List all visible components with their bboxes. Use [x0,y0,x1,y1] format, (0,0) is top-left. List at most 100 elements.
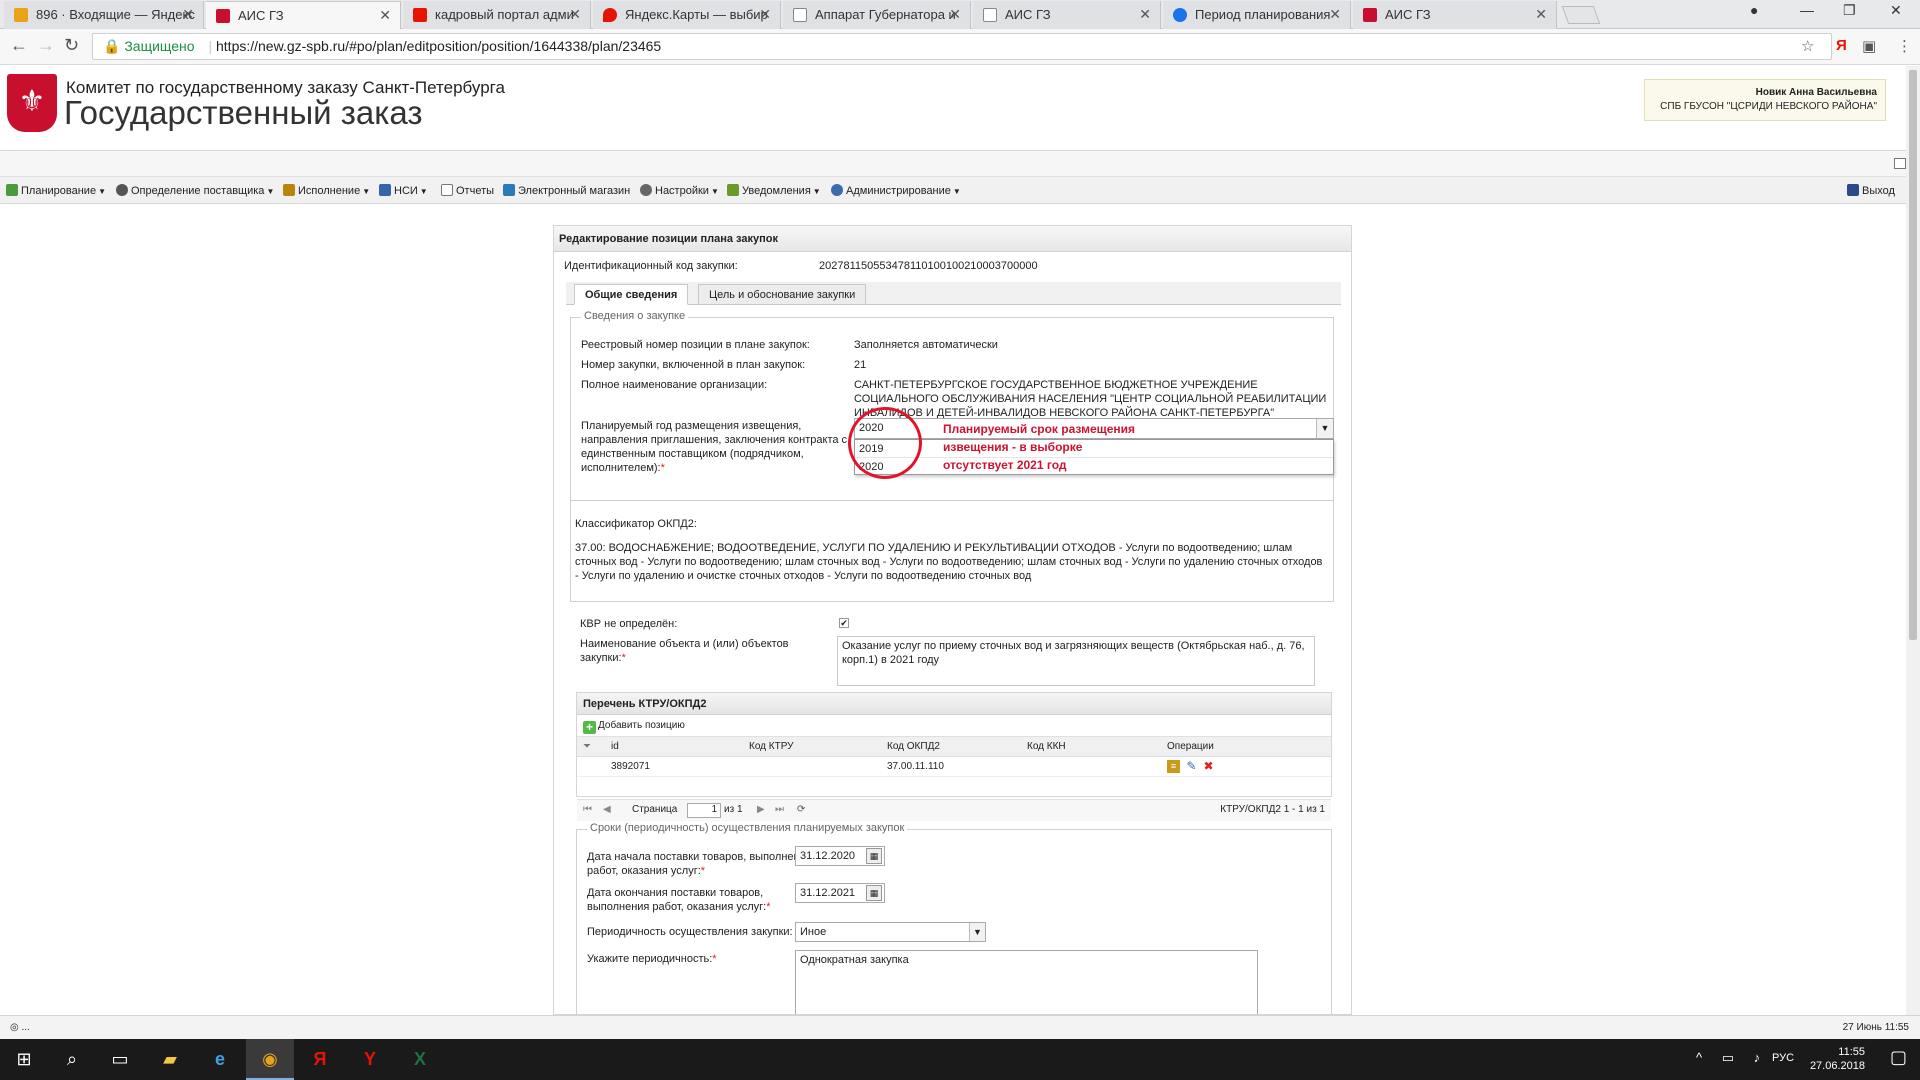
restore-icon[interactable]: ❐ [1843,2,1856,19]
new-tab-button[interactable] [1561,6,1601,24]
close-icon[interactable]: ✕ [1535,1,1547,28]
close-icon[interactable]: ✕ [949,1,961,28]
annotation-line-2: извещения - в выборке [943,440,1083,454]
add-position-button[interactable]: + Добавить позицию [583,720,685,734]
annotation-line-1: Планируемый срок размещения [943,422,1136,436]
purchase-num-value: 21 [854,359,867,371]
profile-icon[interactable]: ● [1750,2,1758,18]
periodicity-specify-label: Укажите периодичность:* [587,953,717,965]
year-option[interactable]: 2019 [855,440,1333,458]
menu-planning[interactable]: Планирование ▼ [6,184,106,197]
annotation-line-3: отсутствует 2021 год [943,458,1067,472]
excel-icon[interactable]: X [396,1039,444,1080]
ais-icon [216,9,230,23]
periodicity-select[interactable]: Иное ▼ [795,922,986,942]
delete-icon[interactable]: ✖ [1202,760,1215,773]
tab-purpose-justification[interactable]: Цель и обоснование закупки [698,284,867,305]
menu-settings[interactable]: Настройки ▼ [640,184,719,197]
last-page-icon[interactable]: ⏭ [775,804,784,815]
close-icon[interactable]: ✕ [1139,1,1151,28]
browser-tab-ais-3[interactable]: АИС ГЗ ✕ [1353,1,1557,29]
back-icon[interactable]: ← [10,35,28,56]
col-okpd2[interactable]: Код ОКПД2 [887,741,940,752]
clock-time: 11:55 [1838,1046,1865,1058]
minimize-icon[interactable]: — [1800,2,1814,18]
close-icon[interactable]: ✕ [759,1,771,28]
terms-legend: Сроки (периодичность) осуществления план… [587,822,908,834]
logout-button[interactable]: Выход [1847,184,1895,197]
browser-tab-planning-period[interactable]: Период планирования ✕ [1163,1,1351,29]
first-page-icon[interactable]: ⏮ [583,804,592,815]
close-icon[interactable]: ✕ [1329,1,1341,28]
windows-start-icon[interactable]: ⊞ [0,1039,48,1080]
browser-tab-maps[interactable]: Яндекс.Карты — выбир ✕ [593,1,781,29]
scrollbar-thumb[interactable] [1909,70,1917,640]
browser-tab-mail[interactable]: 896 · Входящие — Яндекс ✕ [4,1,204,29]
browser-tab-hr-portal[interactable]: кадровый портал адми ✕ [403,1,591,29]
windows-taskbar: ⊞ ⌕ ▭ ▰ e ◉ Я Y X ^ ▭ ♪ РУС 11:55 27.06.… [0,1039,1920,1080]
close-icon[interactable]: ✕ [182,1,194,28]
menu-notifications[interactable]: Уведомления ▼ [727,184,821,197]
ktru-okpd2-grid: Перечень КТРУ/ОКПД2 + Добавить позицию ⏷ … [576,692,1332,821]
menu-administration[interactable]: Администрирование ▼ [831,184,961,197]
yandex-browser-icon[interactable]: Я [296,1039,344,1080]
chevron-down-icon[interactable]: ▼ [969,923,985,941]
menu-reports[interactable]: Отчеты [441,184,494,197]
menu-supplier-determination[interactable]: Определение поставщика ▼ [116,184,274,197]
browser-tab-governor[interactable]: Аппарат Губернатора и ✕ [783,1,971,29]
periodicity-specify-field[interactable]: Однократная закупка [795,950,1258,1014]
row-okpd2: 37.00.11.110 [887,761,944,772]
table-row[interactable]: 3892071 37.00.11.110 ≡ ✎ ✖ [577,757,1331,777]
menu-e-shop[interactable]: Электронный магазин [503,184,630,197]
keyboard-language[interactable]: РУС [1772,1052,1794,1064]
page-number-input[interactable]: 1 [687,803,721,818]
search-icon[interactable]: ⌕ [48,1039,96,1080]
task-view-icon[interactable]: ▭ [96,1039,144,1080]
filter-icon[interactable]: ⏷ [583,741,591,752]
reg-num-value: Заполняется автоматически [854,339,998,351]
window-close-icon[interactable]: ✕ [1890,2,1902,19]
file-explorer-icon[interactable]: ▰ [146,1039,194,1080]
tray-clock[interactable]: 11:55 27.06.2018 [1810,1045,1865,1073]
notifications-icon[interactable]: ▢ [1890,1047,1907,1068]
user-info-box[interactable]: Новик Анна Васильевна СПБ ГБУСОН "ЦСРИДИ… [1644,79,1886,121]
reload-icon[interactable]: ↻ [64,35,79,56]
yandex-icon[interactable]: Y [346,1039,394,1080]
browser-menu-icon[interactable]: ⋮ [1897,37,1912,55]
chevron-down-icon[interactable]: ▼ [1316,419,1333,438]
refresh-icon[interactable]: ⟳ [797,804,805,815]
ie-icon[interactable]: e [196,1039,244,1080]
add-icon: + [583,721,596,734]
browser-tab-ais-active[interactable]: АИС ГЗ ✕ [206,1,401,30]
chrome-icon[interactable]: ◉ [246,1039,294,1080]
edit-pencil-icon[interactable]: ✎ [1185,760,1198,773]
menu-nsi[interactable]: НСИ ▼ [379,184,428,197]
bookmark-star-icon[interactable]: ☆ [1801,37,1814,55]
extension-icon[interactable]: ▣ [1862,37,1876,55]
browser-tab-ais-2[interactable]: АИС ГЗ ✕ [973,1,1161,29]
col-id[interactable]: id [611,741,619,752]
forward-icon[interactable]: → [37,35,55,56]
menu-execution[interactable]: Исполнение ▼ [283,184,370,197]
view-icon[interactable]: ≡ [1167,760,1180,773]
tab-general-info[interactable]: Общие сведения [574,284,689,305]
notifications-icon [727,184,739,196]
ident-code-label: Идентификационный код закупки: [564,260,738,272]
yandex-ext-icon[interactable]: Я [1836,37,1847,54]
address-bar[interactable]: 🔒 Защищено | https://new.gz-spb.ru/#po/p… [92,33,1832,60]
object-name-field[interactable]: Оказание услуг по приему сточных вод и з… [837,636,1315,686]
prev-page-icon[interactable]: ◀ [603,804,611,815]
close-icon[interactable]: ✕ [379,2,391,29]
close-icon[interactable]: ✕ [569,1,581,28]
calendar-icon[interactable]: ▦ [866,848,882,864]
col-ktru[interactable]: Код КТРУ [749,741,794,752]
tray-icons[interactable]: ^ ▭ ♪ [1696,1050,1768,1066]
year-dropdown-list: 2019 2020 [854,439,1334,475]
collapse-header-button[interactable] [1894,158,1906,169]
year-option[interactable]: 2020 [855,458,1333,476]
kvr-checkbox[interactable]: ✔ [839,618,849,628]
next-page-icon[interactable]: ▶ [757,804,765,815]
calendar-icon[interactable]: ▦ [866,885,882,901]
col-kkn[interactable]: Код ККН [1027,741,1066,752]
settings-icon [640,184,652,196]
